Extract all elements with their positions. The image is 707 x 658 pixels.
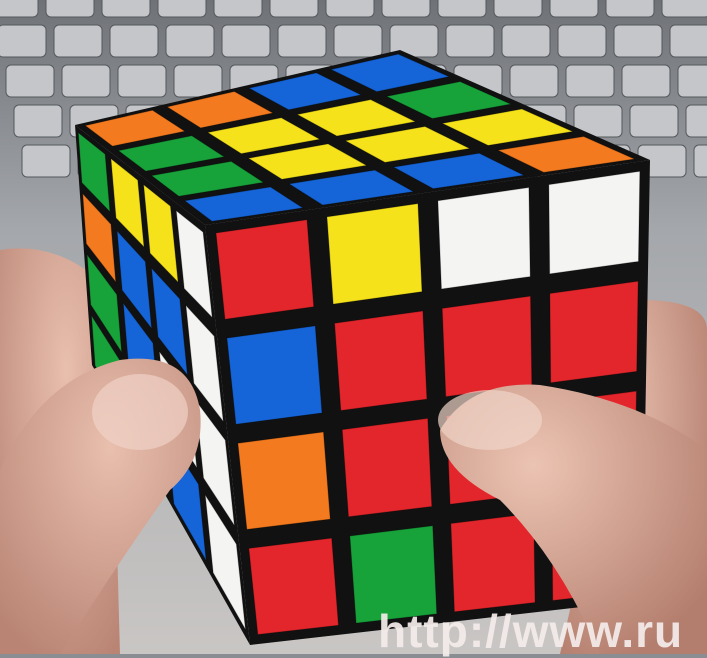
keyboard-key	[61, 64, 111, 98]
sticker-red	[549, 280, 639, 384]
sticker-yellow	[326, 203, 423, 305]
sticker-white	[437, 186, 531, 290]
cube-photo	[0, 0, 707, 654]
keyboard-key	[549, 0, 599, 18]
sticker-orange	[237, 431, 331, 530]
keyboard-key	[437, 0, 487, 18]
keyboard-key	[157, 0, 207, 18]
keyboard-key	[53, 24, 103, 58]
sticker-red	[450, 512, 536, 613]
keyboard-key	[165, 24, 215, 58]
keyboard-key	[445, 24, 495, 58]
keyboard-key	[0, 0, 39, 18]
keyboard-key	[13, 104, 63, 138]
keyboard-key	[277, 24, 327, 58]
keyboard-key	[221, 24, 271, 58]
keyboard-key	[621, 64, 671, 98]
sticker-red	[441, 295, 533, 398]
sticker-red	[248, 537, 339, 636]
right-thumbnail	[438, 390, 542, 450]
keyboard-key	[325, 0, 375, 18]
keyboard-key	[117, 64, 167, 98]
sticker-red	[215, 219, 315, 320]
keyboard-key	[669, 24, 707, 58]
keyboard-key	[509, 64, 559, 98]
keyboard-key	[213, 0, 263, 18]
keyboard-key	[0, 24, 47, 58]
left-thumbnail	[92, 374, 188, 450]
keyboard-key	[45, 0, 95, 18]
keyboard-key	[269, 0, 319, 18]
sticker-white	[548, 170, 641, 275]
keyboard-key	[333, 24, 383, 58]
keyboard-key	[21, 144, 71, 178]
watermark-text: http://www.ru	[378, 605, 684, 657]
keyboard-key	[493, 0, 543, 18]
keyboard-key	[661, 0, 707, 18]
keyboard-key	[381, 0, 431, 18]
sticker-red	[334, 310, 428, 412]
keyboard-key	[501, 24, 551, 58]
keyboard-key	[565, 64, 615, 98]
keyboard-key	[5, 64, 55, 98]
keyboard-key	[677, 64, 707, 98]
keyboard-key	[173, 64, 223, 98]
keyboard-key	[613, 24, 663, 58]
keyboard-key	[101, 0, 151, 18]
keyboard-key	[605, 0, 655, 18]
keyboard-key	[109, 24, 159, 58]
keyboard-key	[629, 104, 679, 138]
sticker-blue	[226, 325, 323, 425]
sticker-red	[341, 417, 433, 518]
keyboard-key	[685, 104, 707, 138]
keyboard-key	[557, 24, 607, 58]
keyboard-key	[693, 144, 707, 178]
